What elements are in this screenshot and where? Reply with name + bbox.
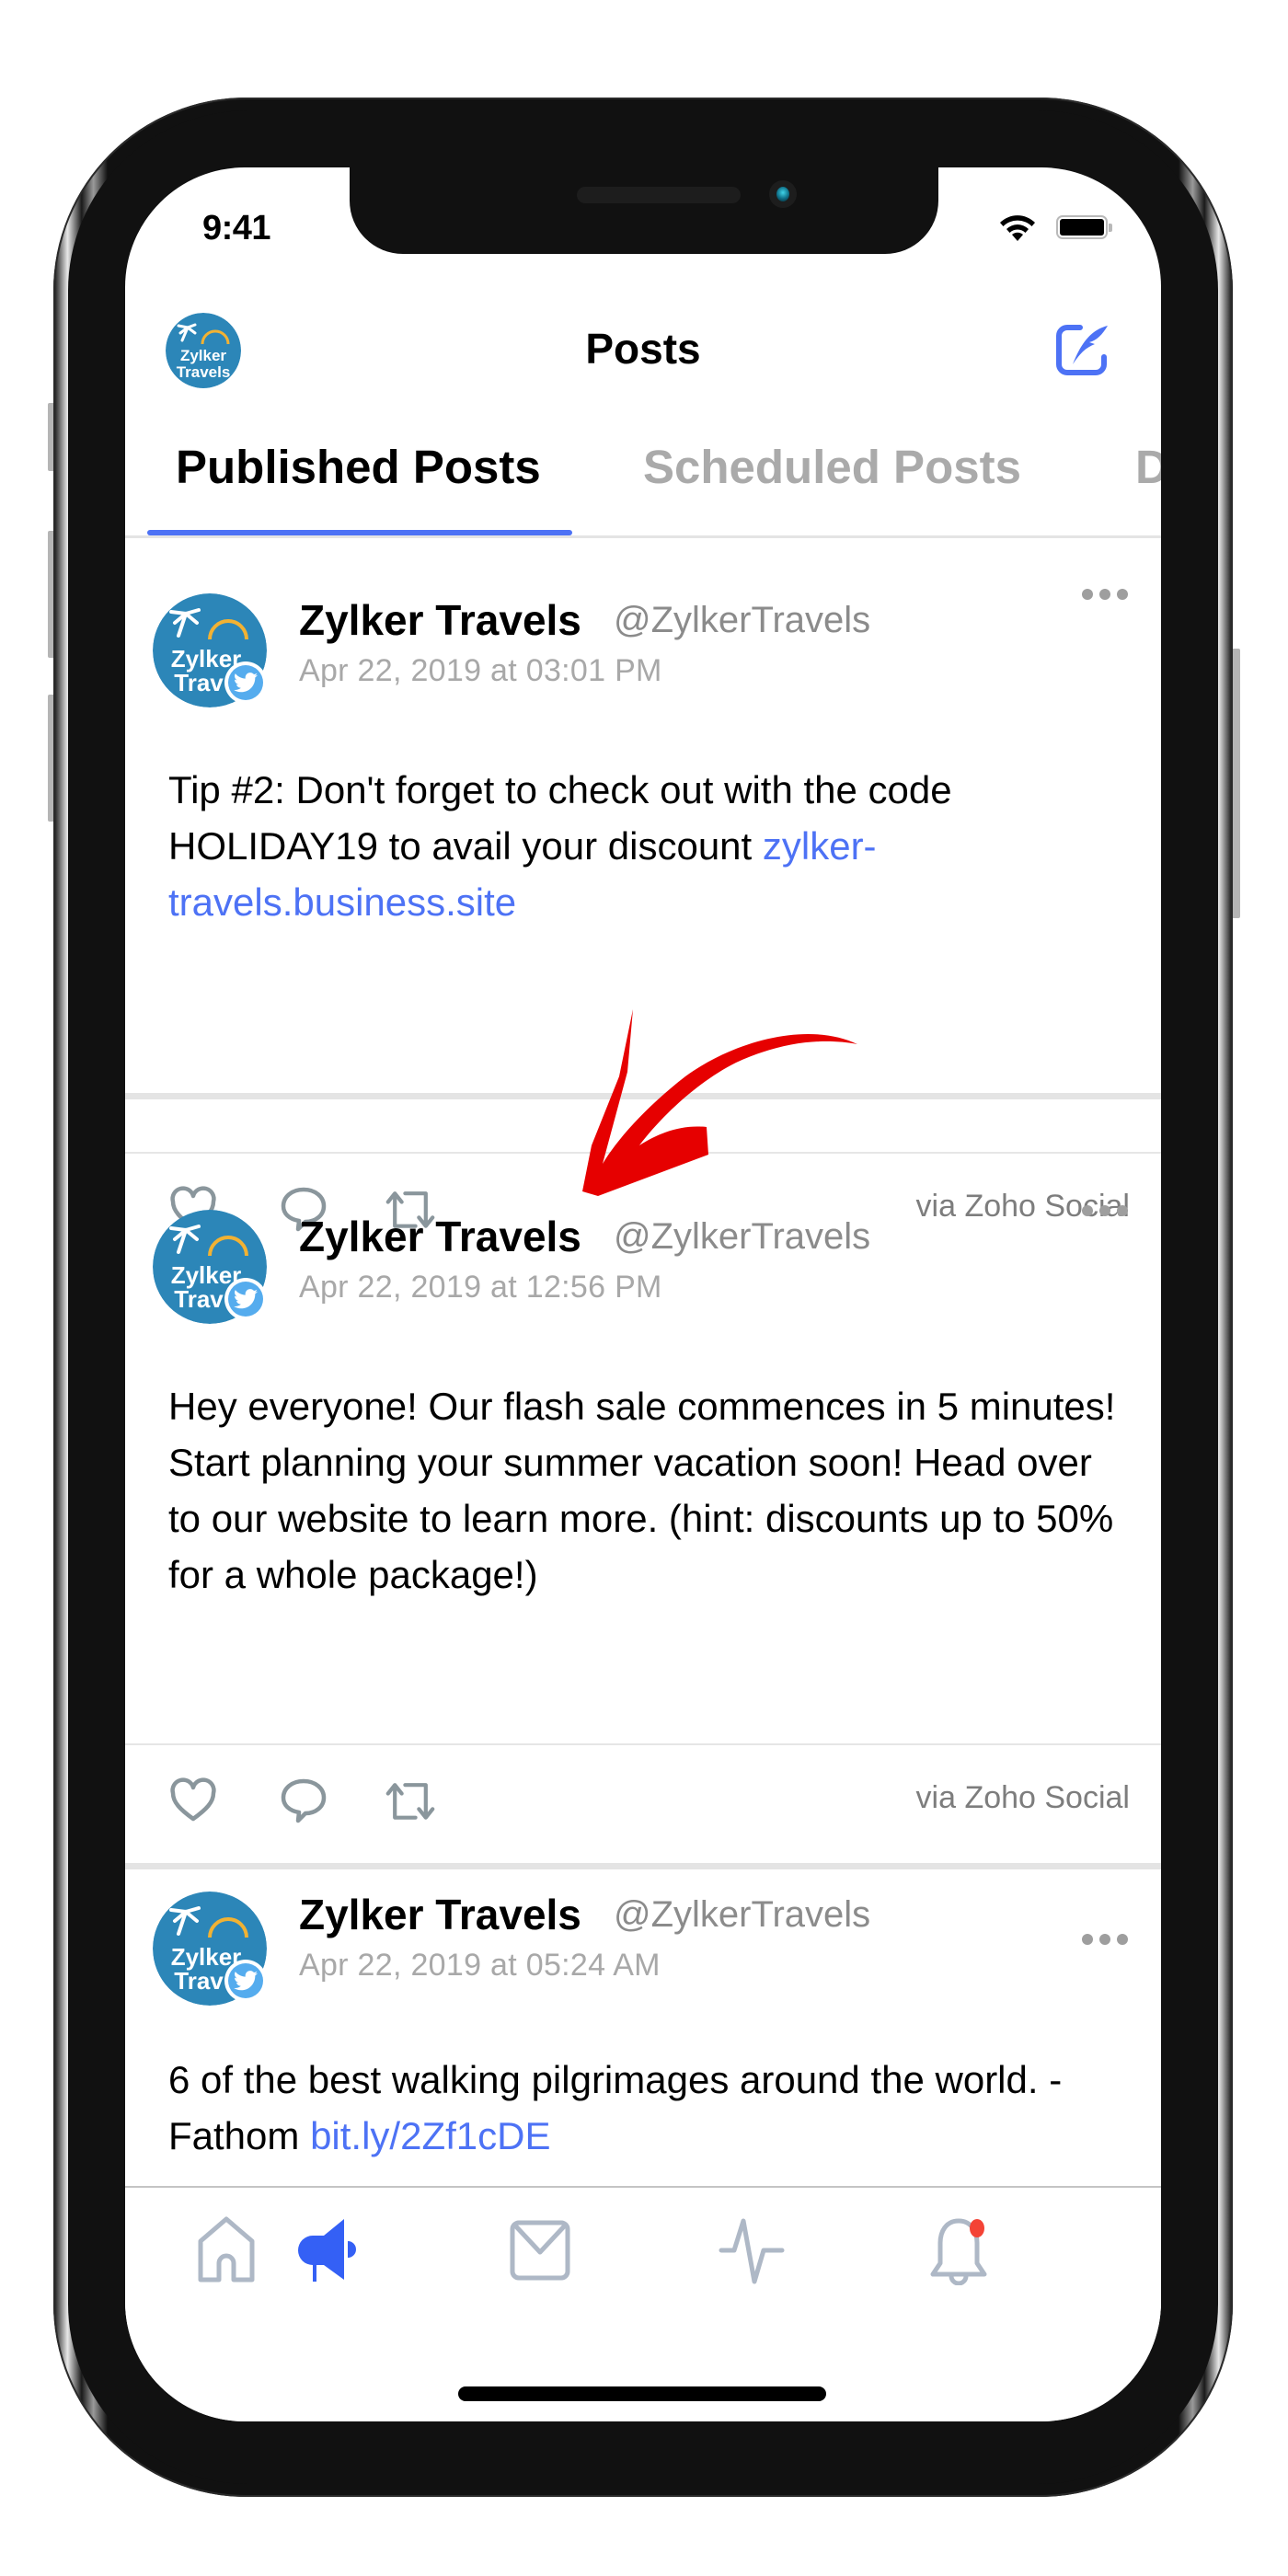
post-avatar: Zylker Trav: [153, 1210, 267, 1324]
twitter-badge-icon: [224, 661, 267, 704]
post-timestamp: Apr 22, 2019 at 12:56 PM: [299, 1270, 662, 1305]
svg-text:Trav: Trav: [174, 1285, 224, 1313]
post-timestamp: Apr 22, 2019 at 05:24 AM: [299, 1948, 661, 1983]
nav-mail-icon[interactable]: [505, 2215, 575, 2285]
post-body: Hey everyone! Our flash sale commences i…: [168, 1385, 1116, 1596]
post-author-handle[interactable]: @ZylkerTravels: [614, 1894, 870, 1936]
post-action-bar: via Zoho Social: [125, 1743, 1161, 1856]
twitter-badge-icon: [224, 1278, 267, 1320]
post-link-continued[interactable]: travels.business.site: [168, 880, 516, 924]
more-options-icon[interactable]: [1082, 1205, 1130, 1218]
notification-badge: [970, 2219, 984, 2237]
tab-drafts-partial[interactable]: D: [1135, 440, 1161, 494]
post-body: Tip #2: Don't forget to check out with t…: [168, 762, 1125, 930]
post-source: via Zoho Social: [915, 1780, 1130, 1815]
twitter-badge-icon: [224, 1960, 267, 2002]
nav-home-icon[interactable]: [191, 2215, 261, 2285]
tab-scheduled-posts[interactable]: Scheduled Posts: [643, 440, 1021, 494]
svg-text:Trav: Trav: [174, 1967, 224, 1995]
status-time: 9:41: [202, 209, 271, 247]
post-divider: [125, 1093, 1161, 1099]
post-text: 6 of the best walking pilgrimages around…: [168, 2058, 1063, 2157]
post-divider: [125, 1863, 1161, 1869]
post-card[interactable]: Zylker Trav Zylker Travels @ZylkerTravel…: [125, 1869, 1161, 2186]
nav-bell-icon[interactable]: [924, 2215, 994, 2285]
like-heart-icon[interactable]: [167, 1777, 219, 1824]
post-author-name[interactable]: Zylker Travels: [299, 1212, 581, 1261]
post-link[interactable]: bit.ly/2Zf1cDE: [310, 2114, 550, 2157]
post-avatar: Zylker Trav: [153, 1892, 267, 2006]
post-card[interactable]: Zylker Trav Zylker Travels @ZylkerTravel…: [125, 1099, 1161, 1863]
page-title: Posts: [585, 325, 701, 373]
post-body: 6 of the best walking pilgrimages around…: [168, 2052, 1125, 2164]
compose-quill-icon[interactable]: [1052, 320, 1111, 379]
post-author-handle[interactable]: @ZylkerTravels: [614, 600, 870, 641]
svg-text:Trav: Trav: [174, 669, 224, 696]
more-options-icon[interactable]: [1082, 589, 1130, 602]
post-author-handle[interactable]: @ZylkerTravels: [614, 1216, 870, 1258]
phone-screen: 9:41 Zylker Travels Posts Published Post…: [125, 167, 1161, 2421]
post-tabs: Published Posts Scheduled Posts D: [125, 440, 1161, 538]
comment-bubble-icon[interactable]: [278, 1777, 329, 1824]
post-link[interactable]: zylker-: [763, 824, 877, 868]
post-avatar: Zylker Trav: [153, 593, 267, 707]
wifi-icon: [1000, 215, 1035, 241]
front-camera: [769, 180, 797, 208]
battery-icon: [1056, 215, 1112, 239]
notch: [350, 167, 938, 254]
home-indicator[interactable]: [458, 2386, 826, 2401]
retweet-icon[interactable]: [385, 1777, 436, 1824]
post-author-name[interactable]: Zylker Travels: [299, 595, 581, 645]
post-author-name[interactable]: Zylker Travels: [299, 1890, 581, 1939]
more-options-icon[interactable]: [1082, 1934, 1130, 1947]
nav-megaphone-icon[interactable]: [296, 2215, 366, 2285]
earpiece-speaker: [577, 187, 741, 203]
post-timestamp: Apr 22, 2019 at 03:01 PM: [299, 653, 662, 688]
nav-activity-pulse-icon[interactable]: [718, 2215, 788, 2285]
tab-published-posts[interactable]: Published Posts: [176, 440, 541, 494]
